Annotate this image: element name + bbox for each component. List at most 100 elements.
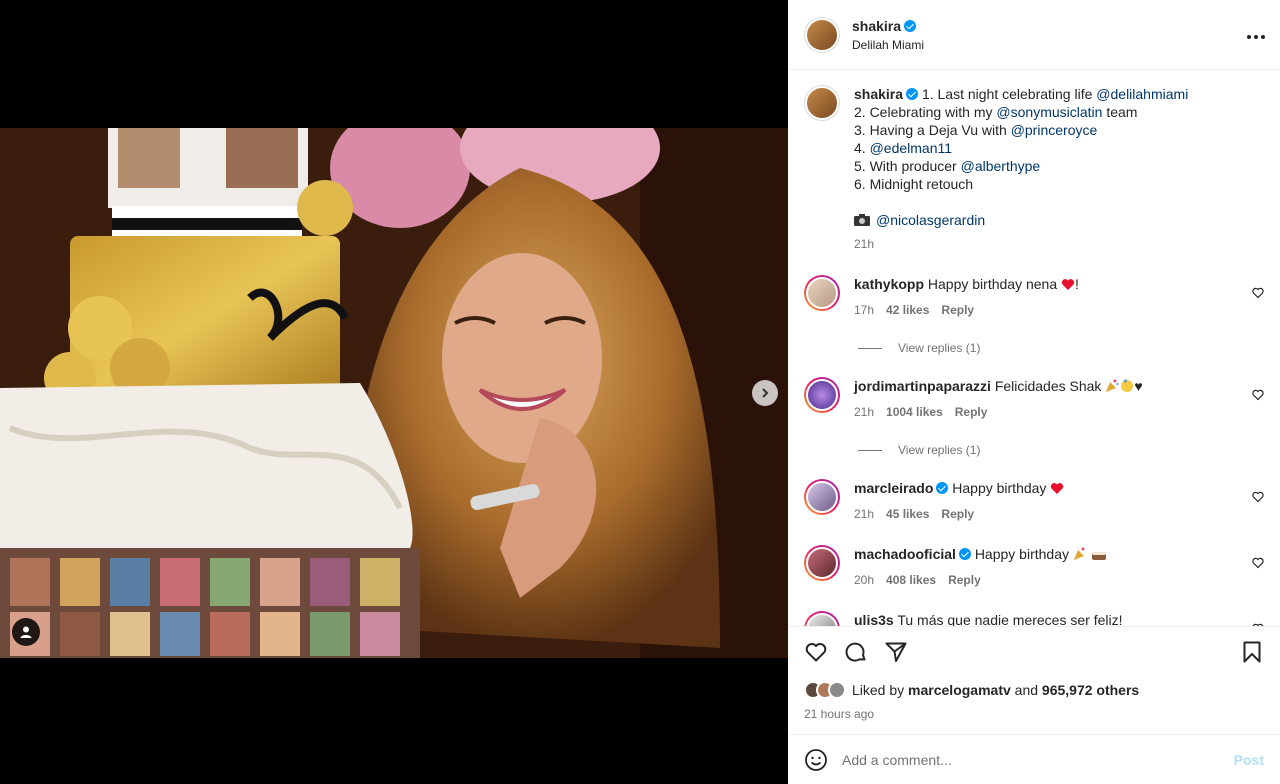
caption-line: shakira 1. Last night celebrating life @…: [854, 85, 1188, 103]
verified-badge-icon: [936, 482, 949, 494]
verified-badge-icon: [904, 19, 917, 32]
author-username[interactable]: shakira: [852, 18, 901, 34]
next-photo-button[interactable]: [752, 380, 778, 406]
comment-time[interactable]: 17h: [854, 301, 874, 319]
cake-emoji-icon: [1091, 552, 1106, 560]
commenter-avatar[interactable]: [804, 479, 840, 515]
comment-like-icon[interactable]: [1252, 389, 1264, 401]
view-replies-label: View replies (1): [898, 341, 981, 355]
comment-item: ulis3s Tu más que nadie mereces ser feli…: [804, 611, 1264, 627]
caption-time[interactable]: 21h: [854, 235, 1188, 253]
photo-credit-line: @nicolasgerardin: [854, 211, 1188, 229]
caption-author-avatar[interactable]: [804, 85, 840, 121]
comment-text: Happy birthday: [974, 546, 1069, 562]
comment-time[interactable]: 21h: [854, 505, 874, 523]
reply-button[interactable]: Reply: [941, 505, 974, 523]
post-comment-button[interactable]: Post: [1234, 752, 1264, 768]
verified-badge-icon: [958, 548, 971, 560]
liker-avatar: [828, 681, 846, 699]
view-replies-label: View replies (1): [898, 443, 981, 457]
user-tag-icon: [20, 626, 32, 638]
add-comment-bar: Post: [788, 734, 1280, 784]
post-location[interactable]: Delilah Miami: [852, 38, 924, 52]
comment-suffix: !: [1075, 276, 1079, 292]
commenter-username[interactable]: kathykopp: [854, 276, 924, 292]
post-header: shakira Delilah Miami: [788, 0, 1280, 70]
view-replies-button[interactable]: View replies (1): [858, 341, 1264, 355]
comment-like-icon[interactable]: [1252, 557, 1264, 569]
comment-likes[interactable]: 1004 likes: [886, 403, 943, 421]
commenter-avatar[interactable]: [804, 275, 840, 311]
comment-text: Happy birthday nena: [927, 276, 1058, 292]
caption-line: 2. Celebrating with my @sonymusiclatin t…: [854, 103, 1188, 121]
photo-credit-mention[interactable]: @nicolasgerardin: [876, 212, 985, 228]
comment-time[interactable]: 20h: [854, 571, 874, 589]
more-options-button[interactable]: [1246, 24, 1266, 45]
verified-badge-icon: [906, 88, 919, 100]
commenter-username[interactable]: machadooficial: [854, 546, 956, 562]
comment-like-icon[interactable]: [1252, 287, 1264, 299]
party-popper-emoji-icon: [1106, 379, 1119, 392]
comments-list[interactable]: shakira 1. Last night celebrating life @…: [788, 71, 1280, 627]
comment-likes[interactable]: 45 likes: [886, 505, 929, 523]
next-arrow-icon: [762, 388, 769, 398]
likes-count[interactable]: 965,972 others: [1042, 682, 1139, 698]
user-tags-button[interactable]: [12, 618, 40, 646]
caption-text: 4.: [854, 140, 870, 156]
mention-link[interactable]: @sonymusiclatin: [996, 104, 1102, 120]
commenter-username[interactable]: ulis3s: [854, 612, 894, 627]
mention-link[interactable]: @alberthype: [961, 158, 1041, 174]
comment-text: Happy birthday: [952, 480, 1047, 496]
party-photo-illustration: [0, 128, 788, 658]
post-actions: Liked by marcelogamatv and 965,972 other…: [788, 626, 1280, 734]
likes-summary: Liked by marcelogamatv and 965,972 other…: [804, 681, 1264, 699]
post-caption: shakira 1. Last night celebrating life @…: [804, 85, 1264, 253]
mention-link[interactable]: @delilahmiami: [1096, 86, 1188, 102]
commenter-avatar[interactable]: [804, 377, 840, 413]
comment-text: Felicidades Shak: [994, 378, 1102, 394]
caption-username[interactable]: shakira: [854, 86, 903, 102]
more-icon: [1247, 35, 1265, 39]
comment-item: marcleirado Happy birthday 21h 45 likes …: [804, 479, 1264, 523]
share-icon[interactable]: [884, 640, 908, 664]
posted-time[interactable]: 21 hours ago: [804, 707, 1264, 721]
caption-line: 3. Having a Deja Vu with @princeroyce: [854, 121, 1188, 139]
comment-time[interactable]: 21h: [854, 403, 874, 421]
liked-by-user[interactable]: marcelogamatv: [908, 682, 1011, 698]
reply-button[interactable]: Reply: [948, 571, 981, 589]
replies-line: [858, 347, 882, 349]
comment-text: Tu más que nadie mereces ser feliz!: [897, 612, 1123, 627]
view-replies-button[interactable]: View replies (1): [858, 443, 1264, 457]
commenter-username[interactable]: marcleirado: [854, 480, 933, 496]
save-icon[interactable]: [1240, 640, 1264, 664]
comment-likes[interactable]: 408 likes: [886, 571, 936, 589]
liked-by-middle: and: [1014, 682, 1039, 698]
like-icon[interactable]: [804, 640, 828, 664]
camera-icon: [854, 214, 870, 226]
mention-link[interactable]: @princeroyce: [1011, 122, 1098, 138]
commenter-avatar[interactable]: [804, 545, 840, 581]
caption-text: 3. Having a Deja Vu with: [854, 122, 1011, 138]
emoji-icon[interactable]: [804, 748, 828, 772]
reply-button[interactable]: Reply: [955, 403, 988, 421]
author-avatar[interactable]: [804, 16, 840, 53]
liker-avatars: [804, 681, 846, 699]
commenter-avatar[interactable]: [804, 611, 840, 627]
replies-line: [858, 449, 882, 451]
post-photo: [0, 128, 788, 658]
red-heart-emoji-icon: [1051, 483, 1064, 494]
comment-like-icon[interactable]: [1252, 491, 1264, 503]
commenter-username[interactable]: jordimartinpaparazzi: [854, 378, 991, 394]
party-face-emoji-icon: [1121, 379, 1134, 392]
caption-line: 4. @edelman11: [854, 139, 1188, 157]
comment-likes[interactable]: 42 likes: [886, 301, 929, 319]
post-side-panel: shakira Delilah Miami shakira 1. Last ni…: [788, 0, 1280, 784]
liked-by-prefix: Liked by: [852, 682, 905, 698]
caption-text: 1. Last night celebrating life: [921, 86, 1097, 102]
caption-line: 5. With producer @alberthype: [854, 157, 1188, 175]
comment-input[interactable]: [842, 751, 1234, 768]
comment-icon[interactable]: [844, 640, 868, 664]
reply-button[interactable]: Reply: [941, 301, 974, 319]
comment-item: kathykopp Happy birthday nena ! 17h 42 l…: [804, 275, 1264, 319]
mention-link[interactable]: @edelman11: [870, 140, 952, 156]
